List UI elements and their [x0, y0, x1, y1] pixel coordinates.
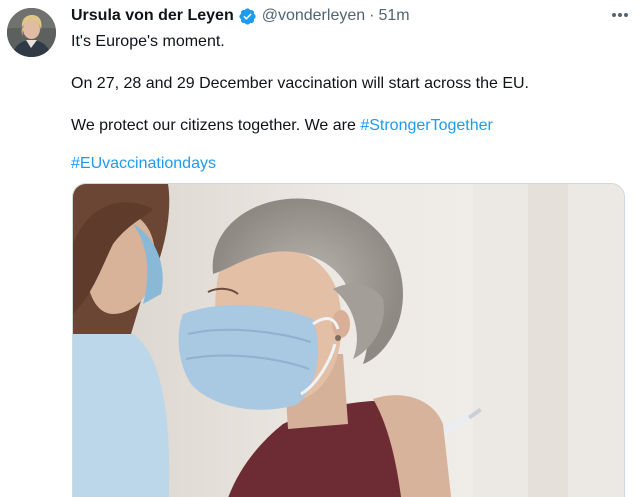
- tweet-media-image[interactable]: [72, 183, 625, 497]
- tweet-header: Ursula von der Leyen @vonderleyen · 51m: [71, 4, 627, 28]
- tweet-text-line-3: We protect our citizens together. We are…: [71, 115, 493, 136]
- tweet-text-line-3-prefix: We protect our citizens together. We are: [71, 117, 361, 134]
- tweet-text-line-1: It's Europe's moment.: [71, 33, 225, 50]
- separator-dot: ·: [369, 7, 375, 24]
- avatar[interactable]: [7, 8, 56, 57]
- tweet[interactable]: Ursula von der Leyen @vonderleyen · 51m …: [0, 0, 641, 497]
- tweet-timestamp[interactable]: 51m: [378, 7, 409, 25]
- more-options-icon[interactable]: [609, 8, 631, 22]
- tweet-text-line-4: #EUvaccinationdays: [71, 153, 216, 174]
- avatar-image: [7, 8, 56, 57]
- tweet-text-line-2: On 27, 28 and 29 December vaccination wi…: [71, 75, 529, 92]
- tweet-content: Ursula von der Leyen @vonderleyen · 51m …: [71, 4, 627, 497]
- vaccination-photo: [73, 184, 624, 497]
- author-name[interactable]: Ursula von der Leyen: [71, 7, 234, 25]
- verified-badge-icon: [238, 7, 257, 26]
- hashtag-stronger-together[interactable]: #StrongerTogether: [360, 117, 493, 134]
- author-handle[interactable]: @vonderleyen: [262, 7, 365, 25]
- hashtag-eu-vaccination-days[interactable]: #EUvaccinationdays: [71, 155, 216, 172]
